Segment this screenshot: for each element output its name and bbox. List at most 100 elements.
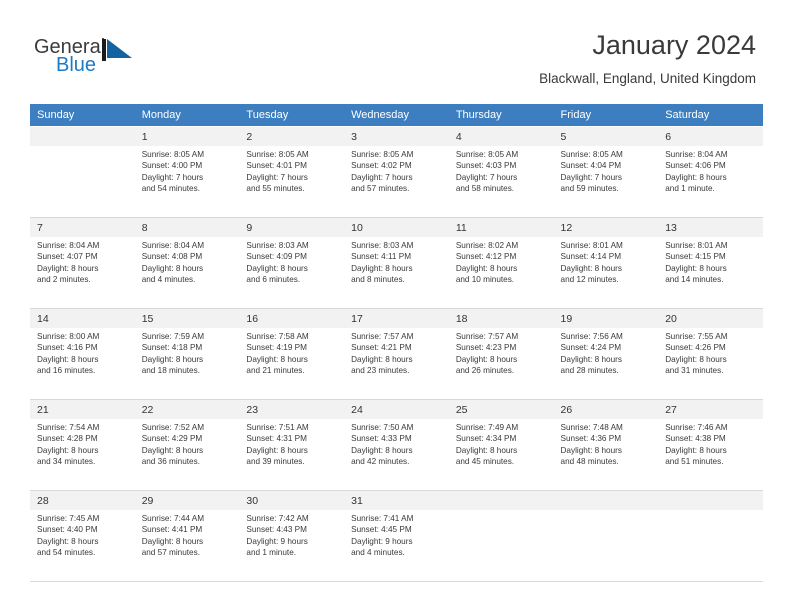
daylight-text: Daylight: 8 hours bbox=[455, 445, 518, 455]
day-number-28[interactable]: 28 bbox=[30, 490, 135, 510]
day-number-6[interactable]: 6 bbox=[658, 126, 763, 146]
daylight-text: Daylight: 8 hours bbox=[141, 263, 204, 273]
day-number-11[interactable]: 11 bbox=[448, 217, 554, 237]
sunset-text: Sunset: 4:41 PM bbox=[141, 525, 203, 535]
daylight-text: Daylight: 7 hours bbox=[141, 172, 204, 182]
sunrise-text: Sunrise: 7:44 AM bbox=[141, 514, 205, 523]
sunrise-text: Sunrise: 8:04 AM bbox=[665, 150, 728, 159]
day-details-8: Sunrise: 8:04 AM Sunset: 4:08 PM Daylight:… bbox=[134, 237, 240, 309]
day-number-21[interactable]: 21 bbox=[30, 399, 135, 419]
day-details-5: Sunrise: 8:05 AM Sunset: 4:04 PM Daylight:… bbox=[553, 146, 659, 218]
day-number-9[interactable]: 9 bbox=[239, 217, 345, 237]
sunset-text: Sunset: 4:40 PM bbox=[37, 525, 98, 535]
logo-text-blue: Blue bbox=[56, 54, 97, 76]
sunset-text: Sunset: 4:03 PM bbox=[455, 161, 517, 171]
daylight-text-cont: and 12 minutes. bbox=[560, 275, 619, 285]
day-details-empty bbox=[448, 510, 554, 582]
weekday-header-thursday: Thursday bbox=[448, 104, 554, 127]
week-daynumber-row: 123456 bbox=[30, 126, 763, 146]
day-details-15: Sunrise: 7:59 AM Sunset: 4:18 PM Daylight:… bbox=[134, 328, 240, 400]
general-blue-logo[interactable]: General Blue bbox=[34, 36, 144, 80]
daylight-text: Daylight: 8 hours bbox=[246, 445, 308, 455]
day-number-2[interactable]: 2 bbox=[239, 126, 345, 146]
sunset-text: Sunset: 4:00 PM bbox=[141, 161, 203, 171]
day-number-empty bbox=[553, 490, 659, 510]
sunset-text: Sunset: 4:08 PM bbox=[141, 252, 203, 262]
day-number-24[interactable]: 24 bbox=[344, 399, 449, 419]
day-details-28: Sunrise: 7:45 AM Sunset: 4:40 PM Daylight:… bbox=[30, 510, 135, 582]
daylight-text-cont: and 4 minutes. bbox=[141, 275, 196, 285]
day-number-12[interactable]: 12 bbox=[553, 217, 659, 237]
sunset-text: Sunset: 4:19 PM bbox=[246, 343, 307, 353]
day-number-15[interactable]: 15 bbox=[134, 308, 240, 328]
page-header: General Blue January 2024 Blackwall, Eng… bbox=[0, 0, 792, 104]
daylight-text: Daylight: 8 hours bbox=[37, 263, 99, 273]
day-details-18: Sunrise: 7:57 AM Sunset: 4:23 PM Daylight:… bbox=[448, 328, 554, 400]
weekday-header-saturday: Saturday bbox=[658, 104, 763, 127]
day-number-27[interactable]: 27 bbox=[658, 399, 763, 419]
day-number-4[interactable]: 4 bbox=[448, 126, 554, 146]
day-number-7[interactable]: 7 bbox=[30, 217, 135, 237]
calendar-page: General Blue January 2024 Blackwall, Eng… bbox=[0, 0, 792, 612]
daylight-text-cont: and 42 minutes. bbox=[351, 457, 410, 467]
day-number-18[interactable]: 18 bbox=[448, 308, 554, 328]
empty-cell bbox=[456, 513, 550, 524]
daylight-text: Daylight: 8 hours bbox=[560, 263, 622, 273]
sunrise-text: Sunrise: 8:05 AM bbox=[246, 150, 309, 159]
day-number-20[interactable]: 20 bbox=[658, 308, 763, 328]
day-details-23: Sunrise: 7:51 AM Sunset: 4:31 PM Daylight:… bbox=[239, 419, 345, 491]
sunset-text: Sunset: 4:02 PM bbox=[351, 161, 412, 171]
sunrise-text: Sunrise: 7:50 AM bbox=[351, 423, 414, 432]
day-number-10[interactable]: 10 bbox=[344, 217, 449, 237]
sunset-text: Sunset: 4:33 PM bbox=[351, 434, 412, 444]
daylight-text-cont: and 16 minutes. bbox=[37, 366, 96, 376]
sunset-text: Sunset: 4:31 PM bbox=[246, 434, 307, 444]
daylight-text: Daylight: 8 hours bbox=[455, 354, 518, 364]
sunrise-text: Sunrise: 8:01 AM bbox=[560, 241, 623, 250]
day-number-3[interactable]: 3 bbox=[344, 126, 449, 146]
day-number-26[interactable]: 26 bbox=[553, 399, 659, 419]
sunset-text: Sunset: 4:45 PM bbox=[351, 525, 412, 535]
day-number-14[interactable]: 14 bbox=[30, 308, 135, 328]
day-details-7: Sunrise: 8:04 AM Sunset: 4:07 PM Daylight:… bbox=[30, 237, 135, 309]
sunset-text: Sunset: 4:24 PM bbox=[560, 343, 622, 353]
day-number-19[interactable]: 19 bbox=[553, 308, 659, 328]
daylight-text-cont: and 2 minutes. bbox=[37, 275, 91, 285]
sunset-text: Sunset: 4:09 PM bbox=[246, 252, 307, 262]
day-details-6: Sunrise: 8:04 AM Sunset: 4:06 PM Daylight:… bbox=[658, 146, 763, 218]
day-number-22[interactable]: 22 bbox=[134, 399, 240, 419]
day-details-empty bbox=[30, 146, 135, 218]
daylight-text-cont: and 34 minutes. bbox=[37, 457, 96, 467]
day-number-17[interactable]: 17 bbox=[344, 308, 449, 328]
weekday-header-tuesday: Tuesday bbox=[239, 104, 345, 127]
daylight-text: Daylight: 8 hours bbox=[37, 354, 99, 364]
daylight-text-cont: and 14 minutes. bbox=[665, 275, 724, 285]
daylight-text: Daylight: 8 hours bbox=[37, 445, 99, 455]
day-number-30[interactable]: 30 bbox=[239, 490, 345, 510]
sunrise-text: Sunrise: 7:41 AM bbox=[351, 514, 414, 523]
sunrise-text: Sunrise: 8:04 AM bbox=[141, 241, 205, 250]
daylight-text-cont: and 28 minutes. bbox=[560, 366, 619, 376]
day-number-31[interactable]: 31 bbox=[344, 490, 449, 510]
sunset-text: Sunset: 4:11 PM bbox=[351, 252, 412, 262]
week-daynumber-row: 7 8 9 10 11 12 13 bbox=[30, 217, 763, 237]
day-number-16[interactable]: 16 bbox=[239, 308, 345, 328]
day-details-20: Sunrise: 7:55 AM Sunset: 4:26 PM Daylight:… bbox=[658, 328, 763, 400]
day-number-8[interactable]: 8 bbox=[134, 217, 240, 237]
day-details-21: Sunrise: 7:54 AM Sunset: 4:28 PM Daylight:… bbox=[30, 419, 135, 491]
daylight-text: Daylight: 7 hours bbox=[455, 172, 518, 182]
day-number-13[interactable]: 13 bbox=[658, 217, 763, 237]
day-number-1[interactable]: 1 bbox=[134, 126, 240, 146]
day-details-4: Sunrise: 8:05 AM Sunset: 4:03 PM Daylight:… bbox=[448, 146, 554, 218]
day-number-23[interactable]: 23 bbox=[239, 399, 345, 419]
sunrise-text: Sunrise: 7:46 AM bbox=[665, 423, 728, 432]
sunrise-text: Sunrise: 8:05 AM bbox=[560, 150, 623, 159]
daylight-text: Daylight: 8 hours bbox=[665, 354, 727, 364]
daylight-text: Daylight: 8 hours bbox=[665, 445, 727, 455]
calendar-body: 123456 Sunrise: 8:05 AM Sunset: 4:00 PM Da… bbox=[30, 126, 763, 582]
day-number-5[interactable]: 5 bbox=[553, 126, 659, 146]
week-daynumber-row: 21 22 23 24 25 26 27 bbox=[30, 399, 763, 419]
sunrise-text: Sunrise: 7:48 AM bbox=[560, 423, 623, 432]
day-number-25[interactable]: 25 bbox=[448, 399, 554, 419]
day-number-29[interactable]: 29 bbox=[134, 490, 240, 510]
